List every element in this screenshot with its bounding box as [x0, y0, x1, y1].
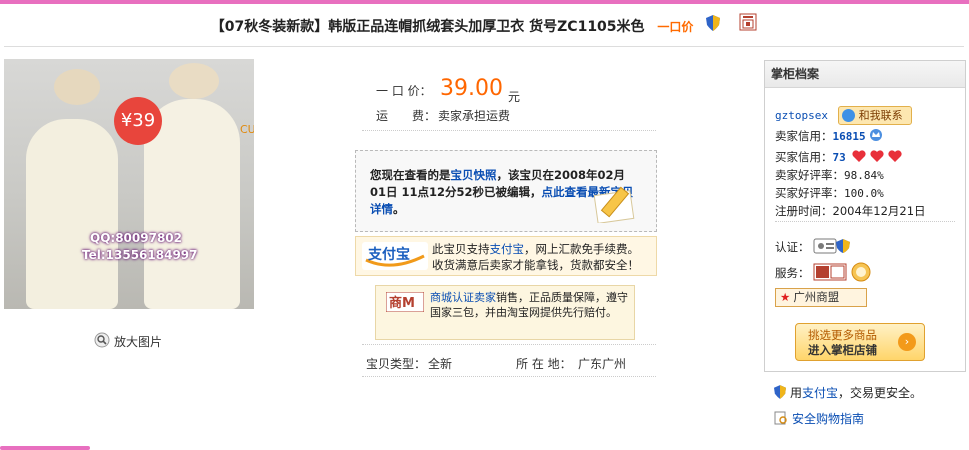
item-type-value: 全新 [428, 357, 453, 371]
alipay-safety-line: 用支付宝，交易更安全。 [774, 384, 922, 402]
buyer-credit-value[interactable]: 73 [833, 151, 846, 164]
mall-logo-text: 商M [389, 295, 415, 311]
certification-label: 认证： [775, 240, 810, 254]
seller-divider [775, 221, 955, 222]
seller-credit-label: 卖家信用： [775, 129, 833, 143]
safety-prefix: 用 [790, 386, 803, 400]
price-value: 39.00 [440, 76, 503, 101]
safety-suffix: ，交易更安全。 [838, 386, 923, 400]
top-accent-line [0, 0, 969, 4]
mall-seller-notice: 商M 商城认证卖家销售，正品质量保障，遵守国家三包，并由淘宝网提供先行赔付。 [375, 285, 635, 340]
photo-corner-text: CU [240, 123, 254, 136]
alipay-line1-prefix: 此宝贝支持 [432, 242, 490, 256]
type-divider-top [362, 344, 656, 345]
shield-icon [706, 12, 721, 42]
buyer-rate-value: 100.0% [844, 187, 884, 200]
buy-now-label: 一口价 [657, 20, 694, 34]
alipay-text: 此宝贝支持支付宝，网上汇款免手续费。 收货满意后卖家才能拿钱，货款都安全！ [432, 241, 654, 273]
location-label: 所 在 地： [516, 357, 572, 371]
shield-icon [774, 385, 786, 402]
snapshot-prefix: 您现在查看的是 [370, 168, 451, 182]
snapshot-notice: 您现在查看的是宝贝快照，该宝贝在2008年02月01日 11点12分52秒已被编… [355, 150, 657, 232]
photo-tel-text: Tel:13556184997 [82, 248, 198, 262]
seller-credit-row: 卖家信用：16815 [775, 128, 883, 145]
magnifier-icon [94, 332, 110, 353]
page-title-bar: 【07秋冬装新款】韩版正品连帽抓绒套头加厚卫衣 货号ZC1105米色 一口价 [4, 12, 964, 42]
buyer-credit-row: 买家信用：73 [775, 149, 903, 166]
wangwang-icon [841, 109, 855, 122]
seller-rate-label: 卖家好评率： [775, 168, 844, 182]
mall-store-icon[interactable] [739, 12, 757, 42]
shipping-value: 卖家承担运费 [438, 109, 511, 123]
model-right [169, 63, 219, 99]
crown-icon [869, 128, 883, 145]
certification-row: 认证： [775, 237, 853, 258]
item-type-label: 宝贝类型： [366, 357, 427, 371]
seller-rate-row: 卖家好评率：98.84% [775, 167, 884, 183]
product-title: 【07秋冬装新款】韩版正品连帽抓绒套头加厚卫衣 货号ZC1105米色 [210, 19, 645, 35]
league-badge[interactable]: ★ 广州商盟 [775, 288, 867, 307]
register-date-value: 2004年12月21日 [832, 204, 926, 218]
model-left-body [26, 119, 118, 309]
seller-credit-value[interactable]: 16815 [833, 130, 866, 143]
alipay-link[interactable]: 支付宝 [490, 242, 525, 256]
arrow-right-icon: › [898, 333, 916, 351]
guarantee-icon[interactable] [851, 262, 871, 285]
alipay-line2: 收货满意后卖家才能拿钱，货款都安全！ [432, 258, 639, 272]
enter-shop-line2: 进入掌柜店铺 [808, 343, 877, 357]
product-image[interactable]: ¥39 QQ:80097802 Tel:13556184997 CU [4, 59, 254, 309]
buyer-rate-label: 买家好评率： [775, 186, 844, 200]
enter-shop-line1: 挑选更多商品 [808, 328, 877, 342]
id-card-icon[interactable] [813, 237, 853, 258]
guide-icon [774, 411, 788, 428]
alipay-logo-text: 支付宝 [367, 246, 410, 263]
seller-profile-box: 掌柜档案 gztopsex 和我联系 卖家信用：16815 买家信用：73 卖家… [764, 60, 966, 372]
price-unit: 元 [508, 90, 521, 104]
register-date-row: 注册时间：2004年12月21日 [775, 203, 926, 219]
price-label: 一 口 价： [376, 84, 432, 98]
safety-alipay-link[interactable]: 支付宝 [802, 386, 838, 400]
title-divider [4, 46, 964, 47]
alipay-logo[interactable]: 支付宝 [362, 242, 428, 273]
safe-shopping-guide-link[interactable]: 安全购物指南 [774, 410, 864, 428]
snapshot-link[interactable]: 宝贝快照 [451, 168, 497, 182]
photo-qq-text: QQ:80097802 [90, 231, 182, 245]
alipay-notice: 支付宝 此宝贝支持支付宝，网上汇款免手续费。 收货满意后卖家才能拿钱，货款都安全… [355, 236, 657, 276]
enlarge-image-link[interactable]: 放大图片 [94, 332, 162, 350]
snapshot-suffix: 。 [393, 202, 405, 216]
contact-me-button[interactable]: 和我联系 [837, 106, 912, 125]
safety-guide-label: 安全购物指南 [792, 412, 865, 426]
mall-text: 商城认证卖家销售，正品质量保障，遵守国家三包，并由淘宝网提供先行赔付。 [430, 290, 630, 320]
seller-rate-value: 98.84% [844, 169, 884, 182]
item-info-row: 宝贝类型： 全新 所 在 地： 广东广州 [362, 352, 656, 372]
bottom-accent-line [0, 446, 90, 450]
league-label: 广州商盟 [793, 290, 840, 304]
info-divider [362, 130, 656, 131]
shipping-label: 运 费： [376, 109, 437, 123]
red-star-icon: ★ [780, 290, 791, 304]
alipay-line1-suffix: ，网上汇款免手续费。 [524, 242, 639, 256]
heart-rating-icon [851, 149, 903, 166]
mall-logo: 商M [385, 291, 425, 315]
price-row: 一 口 价： 39.00 元 [362, 76, 656, 106]
shipping-row: 运 费： 卖家承担运费 [362, 104, 656, 126]
enter-shop-button[interactable]: 挑选更多商品 进入掌柜店铺 › [795, 323, 925, 361]
seller-nick-link[interactable]: gztopsex [775, 109, 828, 122]
type-divider-bottom [362, 376, 656, 377]
service-row: 服务： [775, 262, 871, 285]
mall-certified-link[interactable]: 商城认证卖家 [430, 291, 496, 304]
contact-me-label: 和我联系 [858, 109, 903, 122]
location-value: 广东广州 [578, 357, 627, 371]
buyer-credit-label: 买家信用： [775, 150, 833, 164]
price-tag-badge: ¥39 [114, 97, 162, 145]
buyer-rate-row: 买家好评率：100.0% [775, 185, 884, 201]
service-label: 服务： [775, 266, 810, 280]
register-date-label: 注册时间： [775, 204, 833, 218]
pencil-paper-icon [588, 185, 640, 226]
seller-nick-row: gztopsex 和我联系 [775, 106, 912, 125]
mall-service-icon[interactable] [813, 263, 847, 284]
enlarge-label: 放大图片 [114, 335, 163, 349]
model-left [54, 69, 100, 105]
seller-profile-header: 掌柜档案 [765, 61, 965, 88]
